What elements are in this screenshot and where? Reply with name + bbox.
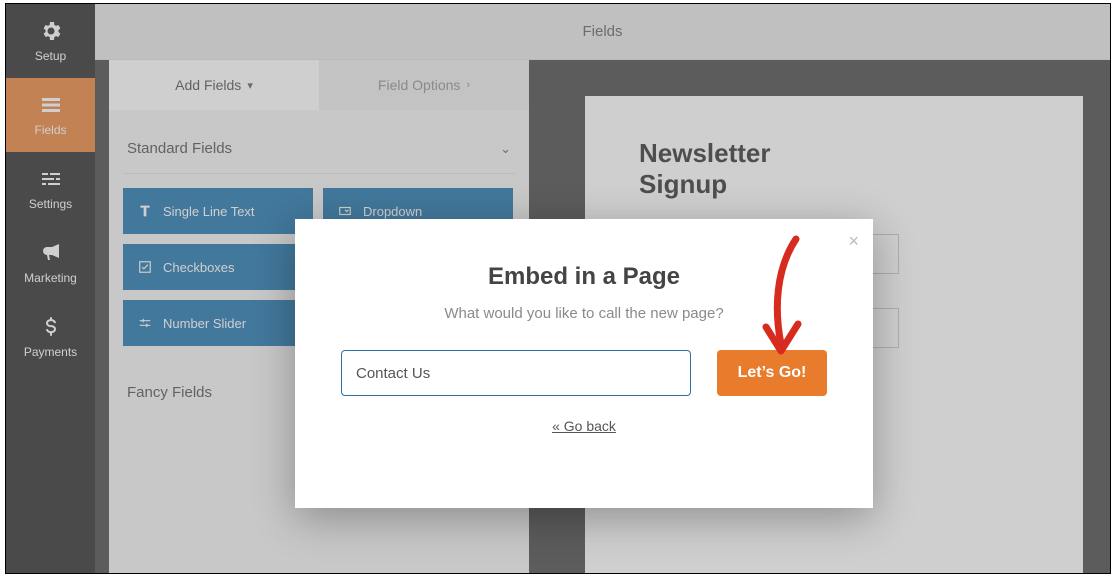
back-label: « Go back <box>552 418 616 434</box>
go-label: Let’s Go! <box>738 364 807 381</box>
close-icon[interactable]: × <box>848 231 859 252</box>
embed-modal: × Embed in a Page What would you like to… <box>295 219 873 508</box>
modal-title: Embed in a Page <box>329 263 839 291</box>
go-back-link[interactable]: « Go back <box>552 418 616 434</box>
page-name-input[interactable] <box>341 350 691 396</box>
modal-subtitle: What would you like to call the new page… <box>329 305 839 322</box>
lets-go-button[interactable]: Let’s Go! <box>717 350 827 396</box>
